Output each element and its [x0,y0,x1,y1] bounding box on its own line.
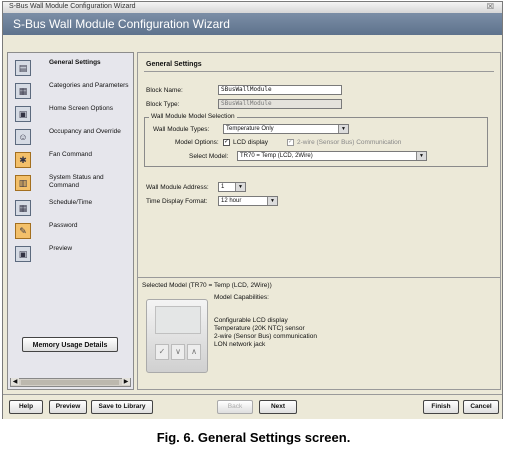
time-display-format-label: Time Display Format: [146,198,208,205]
wizard-header: S-Bus Wall Module Configuration Wizard [3,13,502,35]
capability-item: LON network jack [214,341,266,348]
occupancy-icon: ☺ [15,129,31,145]
block-name-label: Block Name: [146,87,183,94]
fan-icon: ✱ [15,152,31,168]
wall-module-types-select[interactable]: Temperature Only ▼ [223,124,349,134]
figure-caption: Fig. 6. General Settings screen. [156,430,351,445]
chevron-down-icon[interactable]: ▼ [338,125,348,133]
block-name-field[interactable]: SBusWallModule [218,85,342,95]
sidebar-item-label: Schedule/Time [49,199,93,206]
cancel-button[interactable]: Cancel [463,400,499,414]
help-button[interactable]: Help [9,400,43,414]
wizard-button-bar: Help Preview Save to Library Back Next F… [3,394,502,419]
panel-divider [138,277,500,278]
device-down-icon: ∨ [171,344,185,360]
preview-button[interactable]: Preview [49,400,87,414]
close-icon[interactable]: ☒ [487,2,494,11]
selected-model-label: Selected Model (TR70 = Temp (LCD, 2Wire)… [142,282,272,289]
select-model-dropdown[interactable]: TR70 = Temp (LCD, 2Wire) ▼ [237,151,427,161]
wall-module-types-value: Temperature Only [226,126,274,132]
sidebar-item-label: General Settings [49,59,101,66]
back-button: Back [217,400,253,414]
sidebar-item-occupancy[interactable]: ☺ Occupancy and Override [13,128,133,148]
wall-module-image: ✓ ∨ ∧ [146,299,208,373]
general-settings-icon: ▤ [15,60,31,76]
password-icon: ✎ [15,223,31,239]
select-model-label: Select Model: [189,153,229,160]
sidebar-item-system-status[interactable]: ▥ System Status and Command [13,174,133,194]
capability-item: Temperature (20K NTC) sensor [214,325,305,332]
finish-button[interactable]: Finish [423,400,459,414]
lcd-display-checkbox[interactable]: ✓ [223,139,230,146]
sidebar-item-categories[interactable]: ▦ Categories and Parameters [13,82,133,102]
chevron-down-icon[interactable]: ▼ [267,197,277,205]
system-status-icon: ▥ [15,175,31,191]
device-screen [155,306,201,334]
wall-module-address-select[interactable]: 1 ▼ [218,182,246,192]
sidebar-item-fan-command[interactable]: ✱ Fan Command [13,151,133,171]
two-wire-label: 2-wire (Sensor Bus) Communication [297,139,402,146]
section-divider [144,71,494,72]
save-to-library-button[interactable]: Save to Library [91,400,153,414]
sidebar-item-label: System Status and Command [49,174,104,189]
settings-panel: General Settings Block Name: SBusWallMod… [137,52,501,390]
sidebar-item-general-settings[interactable]: ▤ General Settings [13,59,133,79]
section-title: General Settings [146,61,202,68]
sidebar-scrollbar[interactable]: ◀ ▶ [10,378,131,387]
wizard-heading: S-Bus Wall Module Configuration Wizard [13,17,230,31]
preview-icon: ▣ [15,246,31,262]
model-options-label: Model Options: [175,139,219,146]
wizard-window: S-Bus Wall Module Configuration Wizard ☒… [2,1,503,419]
wall-module-types-label: Wall Module Types: [153,126,210,133]
sidebar-item-schedule[interactable]: ▦ Schedule/Time [13,199,133,219]
sidebar-item-label: Home Screen Options [49,105,113,112]
home-screen-icon: ▣ [15,106,31,122]
lcd-display-label: LCD display [233,139,269,146]
sidebar-item-home-screen[interactable]: ▣ Home Screen Options [13,105,133,125]
sidebar-item-label: Categories and Parameters [49,82,129,89]
model-selection-legend: Wall Module Model Selection [149,113,237,120]
two-wire-checkbox: ✓ [287,139,294,146]
device-up-icon: ∧ [187,344,201,360]
chevron-down-icon[interactable]: ▼ [416,152,426,160]
model-capabilities-title: Model Capabilities: [214,294,269,301]
capability-item: 2-wire (Sensor Bus) communication [214,333,317,340]
window-title: S-Bus Wall Module Configuration Wizard [9,3,136,10]
capability-item: Configurable LCD display [214,317,288,324]
sidebar-item-label: Occupancy and Override [49,128,121,135]
scroll-left-icon[interactable]: ◀ [11,378,19,385]
sidebar-item-preview[interactable]: ▣ Preview [13,245,133,265]
scroll-right-icon[interactable]: ▶ [122,378,130,385]
model-selection-group: Wall Module Model Selection Wall Module … [144,113,488,167]
device-key-icon: ✓ [155,344,169,360]
sidebar-item-label: Password [49,222,78,229]
time-display-format-select[interactable]: 12 hour ▼ [218,196,278,206]
scroll-thumb[interactable] [21,380,119,385]
time-display-format-value: 12 hour [221,198,242,204]
sidebar-item-label: Fan Command [49,151,92,158]
wall-module-address-label: Wall Module Address: [146,184,209,191]
select-model-value: TR70 = Temp (LCD, 2Wire) [240,153,313,159]
wizard-sidebar: ▤ General Settings ▦ Categories and Para… [7,52,134,390]
sidebar-item-label: Preview [49,245,73,252]
chevron-down-icon[interactable]: ▼ [235,183,245,191]
sidebar-item-password[interactable]: ✎ Password [13,222,133,242]
categories-icon: ▦ [15,83,31,99]
block-type-field: SBusWallModule [218,99,342,109]
next-button[interactable]: Next [259,400,297,414]
memory-usage-button[interactable]: Memory Usage Details [22,337,118,352]
wall-module-address-value: 1 [221,184,225,190]
block-type-label: Block Type: [146,101,180,108]
schedule-icon: ▦ [15,200,31,216]
